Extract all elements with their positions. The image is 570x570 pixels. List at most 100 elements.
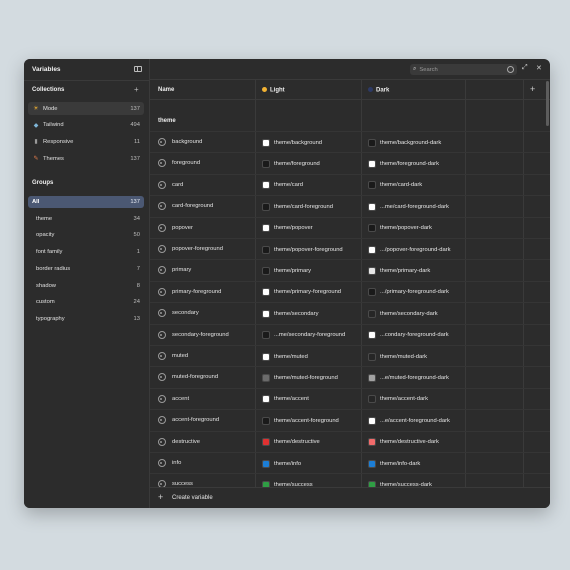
light-value-label: theme/popover-foreground xyxy=(274,246,343,253)
table-row[interactable]: primary-foreground theme/primary-foregrou… xyxy=(150,280,550,302)
group-item[interactable]: custom 24 xyxy=(28,296,144,308)
dark-value[interactable]: theme/popover-dark xyxy=(368,223,432,234)
group-item[interactable]: theme 34 xyxy=(28,213,144,225)
search-input[interactable]: ⌕ Search xyxy=(410,64,517,75)
table-row[interactable]: popover-foreground theme/popover-foregrou… xyxy=(150,238,550,259)
color-variable-icon xyxy=(158,330,166,339)
collection-item[interactable]: ◆ Tailwind 494 xyxy=(28,119,144,132)
table-row[interactable]: card theme/card theme/card-dark xyxy=(150,173,550,195)
group-item[interactable]: border radius 7 xyxy=(28,263,144,275)
light-value[interactable]: theme/info xyxy=(262,458,301,469)
table-row[interactable]: accent-foreground theme/accent-foreground… xyxy=(150,409,550,430)
table-row[interactable]: background theme/background theme/backgrou… xyxy=(150,131,550,152)
light-value[interactable]: theme/accent-foreground xyxy=(262,415,339,426)
group-item[interactable]: font family 1 xyxy=(28,246,144,258)
create-variable-button[interactable]: Create variable xyxy=(172,495,213,501)
collection-item[interactable]: ▮ Responsive 11 xyxy=(28,135,144,148)
dark-value[interactable]: theme/foreground-dark xyxy=(368,158,439,169)
color-swatch xyxy=(368,331,376,340)
group-item[interactable]: opacity 50 xyxy=(28,229,144,241)
light-value[interactable]: theme/primary-foreground xyxy=(262,287,341,298)
column-light-label: Light xyxy=(270,87,285,94)
plus-icon: + xyxy=(158,492,164,502)
add-collection-icon[interactable]: + xyxy=(134,86,139,94)
group-item[interactable]: All 137 xyxy=(28,196,144,208)
light-value-label: theme/primary xyxy=(274,267,312,274)
light-value[interactable]: theme/popover xyxy=(262,223,313,234)
table-row[interactable]: card-foreground theme/card-foreground ...m… xyxy=(150,195,550,216)
color-swatch xyxy=(262,331,270,340)
light-value[interactable]: theme/accent xyxy=(262,394,309,405)
dark-value[interactable]: ...me/card-foreground-dark xyxy=(368,201,449,212)
table-row[interactable]: primary theme/primary theme/primary-dark xyxy=(150,259,550,280)
dark-value[interactable]: theme/muted-dark xyxy=(368,351,427,362)
filter-icon[interactable] xyxy=(507,66,514,73)
dark-value[interactable]: theme/background-dark xyxy=(368,137,441,148)
table-row[interactable]: secondary-foreground ...me/secondary-fore… xyxy=(150,323,550,345)
table-row[interactable]: foreground theme/foreground theme/foregrou… xyxy=(150,152,550,173)
group-item[interactable]: shadow 8 xyxy=(28,280,144,292)
dark-value[interactable]: theme/secondary-dark xyxy=(368,308,438,319)
light-value[interactable]: theme/destructive xyxy=(262,437,320,448)
table-row[interactable]: destructive theme/destructive theme/destru… xyxy=(150,430,550,452)
variable-name: background xyxy=(172,139,203,145)
table-row[interactable]: muted theme/muted theme/muted-dark xyxy=(150,345,550,366)
collection-count: 137 xyxy=(130,155,140,162)
color-swatch xyxy=(262,159,270,168)
light-value[interactable]: theme/primary xyxy=(262,265,311,276)
scrollbar[interactable] xyxy=(546,81,549,126)
color-swatch xyxy=(262,352,270,361)
light-value[interactable]: theme/secondary xyxy=(262,308,318,319)
light-value[interactable]: theme/card-foreground xyxy=(262,201,333,212)
column-name: Name xyxy=(158,87,175,93)
color-variable-icon xyxy=(158,138,166,146)
divider xyxy=(24,80,150,81)
light-value[interactable]: theme/background xyxy=(262,137,322,148)
color-variable-icon xyxy=(158,180,166,189)
table-row[interactable]: accent theme/accent theme/accent-dark xyxy=(150,387,550,409)
light-value[interactable]: ...me/secondary-foreground xyxy=(262,330,345,341)
color-swatch xyxy=(262,138,270,147)
collection-item[interactable]: ✎ Themes 137 xyxy=(28,152,144,165)
dark-value[interactable]: theme/primary-dark xyxy=(368,265,430,276)
table-row[interactable]: info theme/info theme/info-dark xyxy=(150,452,550,473)
close-icon[interactable]: ✕ xyxy=(536,64,542,72)
color-swatch xyxy=(368,416,376,425)
light-value[interactable]: theme/card xyxy=(262,180,303,191)
table-row[interactable]: success theme/success theme/success-dark xyxy=(150,473,550,487)
group-count: 24 xyxy=(133,299,140,306)
color-swatch xyxy=(368,159,376,168)
add-mode-icon[interactable]: + xyxy=(530,84,535,94)
group-item[interactable]: typography 13 xyxy=(28,313,144,325)
variable-name: secondary-foreground xyxy=(172,331,229,338)
dark-value[interactable]: .../popover-foreground-dark xyxy=(368,244,451,255)
dark-value[interactable]: ...e/muted-foreground-dark xyxy=(368,372,449,383)
dark-value[interactable]: theme/card-dark xyxy=(368,180,422,191)
table-row[interactable]: popover theme/popover theme/popover-dark xyxy=(150,216,550,238)
light-value[interactable]: theme/success xyxy=(262,479,313,487)
color-swatch xyxy=(262,459,270,468)
dark-value[interactable]: theme/success-dark xyxy=(368,479,432,487)
light-value[interactable]: theme/popover-foreground xyxy=(262,244,343,255)
dark-value[interactable]: .../primary-foreground-dark xyxy=(368,287,449,298)
dark-value[interactable]: theme/info-dark xyxy=(368,458,420,469)
dark-value[interactable]: theme/destructive-dark xyxy=(368,437,439,448)
light-value-label: theme/card-foreground xyxy=(274,203,333,210)
dark-value[interactable]: ...e/accent-foreground-dark xyxy=(368,415,450,426)
expand-icon[interactable]: ⤢ xyxy=(522,64,528,72)
color-swatch xyxy=(262,309,270,318)
light-value[interactable]: theme/muted-foreground xyxy=(262,372,338,383)
light-value[interactable]: theme/muted xyxy=(262,351,308,362)
column-dark[interactable]: Dark xyxy=(368,87,389,94)
dark-value[interactable]: theme/accent-dark xyxy=(368,394,428,405)
table-row[interactable]: muted-foreground theme/muted-foreground..… xyxy=(150,366,550,387)
color-variable-icon xyxy=(158,373,166,382)
collection-item[interactable]: ☀ Mode 137 xyxy=(28,102,144,115)
color-swatch xyxy=(368,245,376,254)
sidebar-toggle-icon[interactable] xyxy=(134,66,142,72)
light-value[interactable]: theme/foreground xyxy=(262,158,320,169)
table-row[interactable]: secondary theme/secondary theme/secondary-… xyxy=(150,302,550,323)
column-light[interactable]: Light xyxy=(262,87,285,94)
dark-value[interactable]: ...condary-foreground-dark xyxy=(368,330,449,341)
variable-name: muted-foreground xyxy=(172,374,219,381)
